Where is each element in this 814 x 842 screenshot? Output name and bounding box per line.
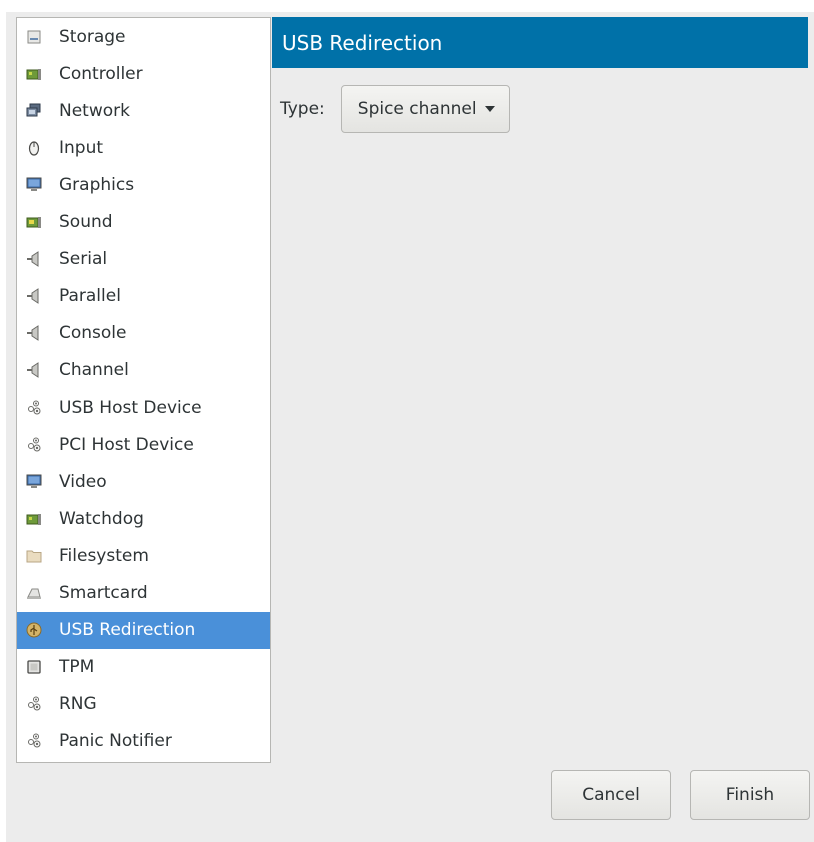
sidebar-item-label: Smartcard: [59, 583, 148, 603]
sidebar-item-label: Watchdog: [59, 508, 144, 529]
parallel-port-icon: [26, 288, 42, 305]
sidebar-item-storage[interactable]: Storage: [17, 18, 270, 55]
sidebar-item-label: Sound: [59, 212, 113, 232]
sidebar-item-filesystem[interactable]: Filesystem: [17, 537, 270, 574]
sidebar-item-label: PCI Host Device: [59, 434, 194, 455]
sidebar-item-label: TPM: [59, 657, 95, 678]
sidebar-item-network[interactable]: Network: [17, 92, 270, 129]
smartcard-icon: [26, 585, 42, 601]
finish-button[interactable]: Finish: [690, 770, 810, 820]
watchdog-icon: [26, 511, 42, 527]
chip-icon: [26, 659, 42, 675]
storage-icon: [26, 29, 42, 45]
sidebar-item-label: Network: [59, 100, 130, 121]
video-icon: [26, 474, 42, 490]
type-label: Type:: [280, 99, 325, 119]
sidebar-item-input[interactable]: Input: [17, 129, 270, 166]
sidebar-item-label: RNG: [59, 694, 97, 715]
sidebar-item-console[interactable]: Console: [17, 315, 270, 352]
channel-port-icon: [26, 362, 42, 379]
sidebar-item-channel[interactable]: Channel: [17, 352, 270, 389]
sidebar-item-label: Panic Notifier: [59, 731, 172, 752]
sidebar-item-smartcard[interactable]: Smartcard: [17, 575, 270, 612]
sidebar-item-parallel[interactable]: Parallel: [17, 278, 270, 315]
cancel-button[interactable]: Cancel: [551, 770, 671, 820]
sidebar-item-pci-host-device[interactable]: PCI Host Device: [17, 426, 270, 463]
hardware-type-list[interactable]: Storage Controller Network Input Graphics Sou…: [16, 17, 271, 763]
sidebar-item-tpm[interactable]: TPM: [17, 649, 270, 686]
panel-title: USB Redirection: [282, 30, 443, 55]
pci-host-icon: [26, 437, 42, 453]
sidebar-item-serial[interactable]: Serial: [17, 241, 270, 278]
sidebar-item-label: Parallel: [59, 286, 121, 307]
sidebar-item-usb-redirection[interactable]: USB Redirection: [17, 611, 270, 649]
type-dropdown-value: Spice channel: [357, 99, 477, 119]
sidebar-item-label: Graphics: [59, 174, 135, 195]
sidebar-item-label: Input: [59, 137, 104, 158]
type-row: Type: Spice channel: [280, 84, 510, 134]
console-port-icon: [26, 325, 42, 342]
cancel-button-label: Cancel: [582, 785, 640, 805]
chevron-down-icon: [484, 106, 495, 112]
sidebar-item-controller[interactable]: Controller: [17, 55, 270, 92]
sound-card-icon: [26, 214, 42, 230]
serial-port-icon: [26, 251, 42, 268]
finish-button-label: Finish: [725, 785, 775, 805]
sidebar-item-label: USB Redirection: [59, 620, 196, 641]
sidebar-item-video[interactable]: Video: [17, 463, 270, 500]
folder-icon: [26, 548, 42, 564]
sidebar-item-panic-notifier[interactable]: Panic Notifier: [17, 723, 270, 760]
sidebar-item-label: Console: [59, 323, 127, 344]
network-icon: [26, 103, 42, 119]
sidebar-item-sound[interactable]: Sound: [17, 204, 270, 241]
usb-redirection-icon: [26, 622, 42, 638]
usb-host-icon: [26, 400, 42, 416]
sidebar-item-watchdog[interactable]: Watchdog: [17, 500, 270, 537]
panic-notifier-icon: [26, 733, 42, 749]
sidebar-item-graphics[interactable]: Graphics: [17, 166, 270, 203]
monitor-icon: [26, 177, 42, 193]
type-dropdown[interactable]: Spice channel: [340, 85, 510, 133]
sidebar-item-label: Filesystem: [59, 545, 149, 566]
sidebar-item-label: Controller: [59, 63, 143, 84]
rng-icon: [26, 696, 42, 712]
sidebar-item-label: Serial: [59, 249, 108, 270]
sidebar-item-label: Storage: [59, 26, 126, 47]
sidebar-item-label: Channel: [59, 360, 129, 381]
sidebar-item-rng[interactable]: RNG: [17, 686, 270, 723]
mouse-icon: [26, 140, 42, 156]
panel-header: USB Redirection: [272, 17, 808, 68]
controller-icon: [26, 66, 42, 82]
sidebar-item-label: Video: [59, 471, 107, 492]
sidebar-item-label: USB Host Device: [59, 397, 202, 418]
sidebar-item-usb-host-device[interactable]: USB Host Device: [17, 389, 270, 426]
